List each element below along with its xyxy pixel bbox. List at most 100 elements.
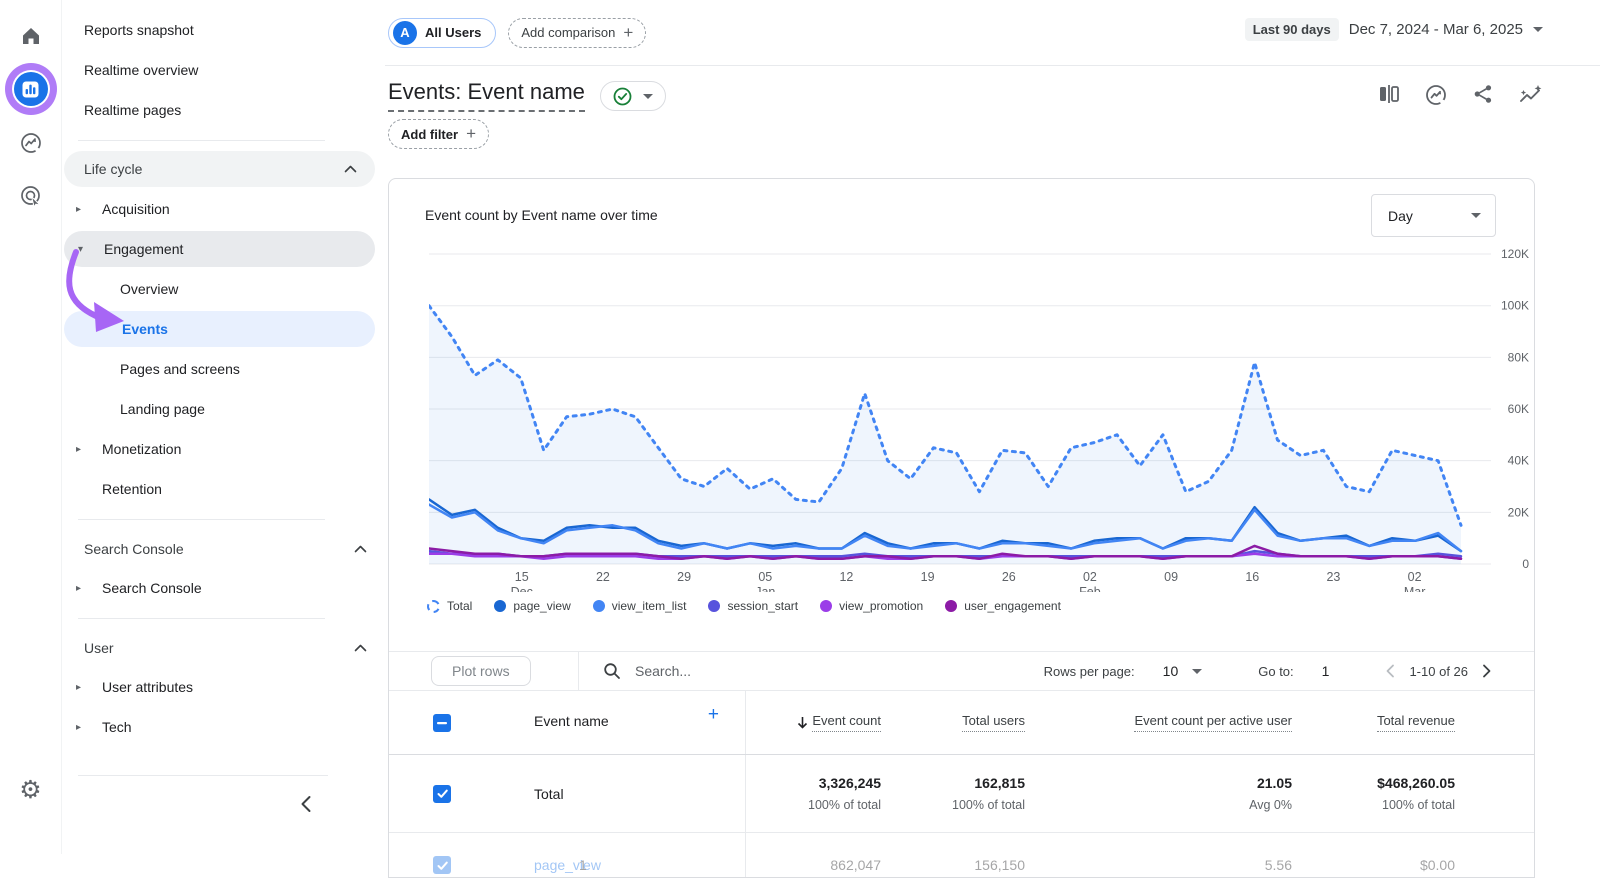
y-axis-label: 40K — [1508, 454, 1529, 468]
column-header-total-revenue[interactable]: Total revenue — [1292, 713, 1455, 732]
granularity-dropdown[interactable]: Day — [1371, 194, 1496, 237]
table-search — [603, 662, 895, 680]
rows-per-page-value[interactable]: 10 — [1163, 663, 1179, 679]
sidebar-item-realtime-pages[interactable]: Realtime pages — [62, 90, 385, 130]
next-page-button[interactable] — [1482, 664, 1492, 678]
sidebar-item-events[interactable]: Events — [64, 311, 375, 347]
legend-item-view-promotion[interactable]: view_promotion — [820, 599, 923, 613]
prev-page-button[interactable] — [1385, 664, 1395, 678]
triangle-down-icon: ▾ — [78, 244, 104, 255]
x-axis-sublabel: Jan — [755, 585, 775, 592]
caret-down-icon — [1533, 27, 1543, 32]
add-comparison-chip[interactable]: Add comparison + — [508, 18, 646, 48]
sidebar-item-retention[interactable]: Retention — [62, 469, 385, 509]
sidebar-section-user[interactable]: User — [62, 629, 385, 667]
home-icon — [20, 25, 42, 47]
row-event-count-per-active-user: 5.56 — [1025, 857, 1292, 873]
column-header-event-count[interactable]: Event count — [745, 713, 881, 732]
sidebar-item-engagement[interactable]: ▾Engagement — [64, 231, 375, 267]
chart-legend: Total page_view view_item_list session_star… — [427, 599, 1061, 613]
table-total-row: Total 3,326,245100% of total 162,815100%… — [389, 755, 1534, 833]
sidebar-item-label: Tech — [102, 719, 132, 735]
legend-item-view-item-list[interactable]: view_item_list — [593, 599, 687, 613]
sidebar-item-label: Retention — [102, 481, 162, 497]
legend-item-total[interactable]: Total — [427, 599, 472, 613]
chevron-up-icon — [354, 545, 367, 553]
report-actions — [1379, 84, 1543, 106]
goto-page-value[interactable]: 1 — [1322, 663, 1330, 679]
plus-icon: + — [466, 124, 476, 144]
page-title: Events: Event name — [388, 79, 585, 112]
date-range-picker[interactable]: Last 90 days Dec 7, 2024 - Mar 6, 2025 — [1245, 18, 1543, 41]
x-axis-sublabel: Dec — [511, 585, 533, 592]
column-header-event-count-per-active-user[interactable]: Event count per active user — [1025, 713, 1292, 732]
legend-dot — [593, 600, 605, 612]
total-row-checkbox[interactable] — [433, 785, 451, 803]
pagination-controls: Rows per page: 10 Go to: 1 1-10 of 26 — [1044, 663, 1492, 679]
x-axis-label: 22 — [596, 570, 610, 584]
x-axis-label: 29 — [677, 570, 691, 584]
sidebar-item-label: Search Console — [102, 580, 202, 596]
explore-nav-button[interactable] — [11, 123, 51, 163]
row-event-name[interactable]: page_view — [534, 857, 601, 873]
insights-button[interactable] — [1425, 84, 1447, 106]
insights-sparkline-button[interactable] — [1519, 84, 1543, 106]
events-report-card: Event count by Event name over time Day … — [388, 178, 1535, 878]
x-axis-label: 02 — [1408, 570, 1422, 584]
sidebar-item-pages-and-screens[interactable]: Pages and screens — [62, 349, 385, 389]
add-filter-label: Add filter — [401, 127, 458, 142]
sidebar-section-search-console[interactable]: Search Console — [62, 530, 385, 568]
triangle-right-icon: ▸ — [76, 722, 102, 733]
add-filter-chip[interactable]: Add filter + — [388, 119, 489, 149]
legend-item-session-start[interactable]: session_start — [708, 599, 798, 613]
next-page-icon — [1482, 664, 1492, 678]
event-name-column-header[interactable]: Event name + — [479, 713, 745, 732]
settings-nav-button[interactable]: ⚙ — [11, 770, 51, 810]
home-nav-button[interactable] — [11, 16, 51, 56]
checkmark-icon — [436, 859, 449, 872]
share-button[interactable] — [1473, 84, 1493, 106]
row-checkbox[interactable] — [433, 856, 451, 874]
all-users-chip[interactable]: A All Users — [388, 18, 496, 48]
legend-item-user-engagement[interactable]: user_engagement — [945, 599, 1061, 613]
sidebar-item-tech[interactable]: ▸Tech — [62, 707, 385, 747]
sidebar-item-acquisition[interactable]: ▸Acquisition — [62, 189, 385, 229]
explore-icon — [19, 131, 43, 155]
section-label: Life cycle — [84, 161, 142, 177]
sidebar-item-label: Engagement — [104, 241, 183, 257]
collapse-sidebar-button[interactable] — [292, 790, 320, 818]
triangle-right-icon: ▸ — [76, 682, 102, 693]
sidebar-item-user-attributes[interactable]: ▸User attributes — [62, 667, 385, 707]
advertising-nav-button[interactable] — [11, 176, 51, 216]
reports-icon-highlight — [14, 72, 48, 106]
select-all-checkbox[interactable] — [433, 714, 451, 732]
sidebar-item-landing-page[interactable]: Landing page — [62, 389, 385, 429]
total-event-count: 3,326,245100% of total — [745, 775, 881, 812]
chevron-up-icon — [354, 644, 367, 652]
share-icon — [1473, 84, 1493, 104]
x-axis-label: 23 — [1326, 570, 1340, 584]
rows-per-page-caret-icon[interactable] — [1192, 669, 1202, 674]
sidebar-item-overview[interactable]: Overview — [62, 269, 385, 309]
report-status-menu[interactable] — [600, 81, 666, 111]
legend-dot — [820, 600, 832, 612]
search-input[interactable] — [635, 663, 895, 679]
advertising-icon — [19, 184, 43, 208]
sidebar-item-realtime-overview[interactable]: Realtime overview — [62, 50, 385, 90]
sidebar-item-monetization[interactable]: ▸Monetization — [62, 429, 385, 469]
sidebar-item-search-console[interactable]: ▸Search Console — [62, 568, 385, 608]
sidebar-item-reports-snapshot[interactable]: Reports snapshot — [62, 10, 385, 50]
edit-comparison-button[interactable] — [1379, 84, 1399, 106]
event-count-chart[interactable]: 020K40K60K80K100K120K15Dec222905Jan12192… — [429, 247, 1535, 592]
legend-item-page-view[interactable]: page_view — [494, 599, 570, 613]
triangle-right-icon: ▸ — [76, 204, 102, 215]
plot-rows-button[interactable]: Plot rows — [431, 656, 531, 686]
sidebar-item-label: Realtime pages — [84, 102, 181, 118]
column-header-total-users[interactable]: Total users — [881, 713, 1025, 732]
total-row-label: Total — [479, 786, 745, 802]
comparison-icon — [1379, 84, 1399, 104]
reports-nav-button[interactable] — [11, 69, 51, 109]
add-metric-icon[interactable]: + — [708, 704, 719, 726]
sidebar-section-life-cycle[interactable]: Life cycle — [64, 151, 375, 187]
table-row[interactable]: 1 page_view 862,047 156,150 5.56 $0.00 — [389, 833, 1534, 878]
